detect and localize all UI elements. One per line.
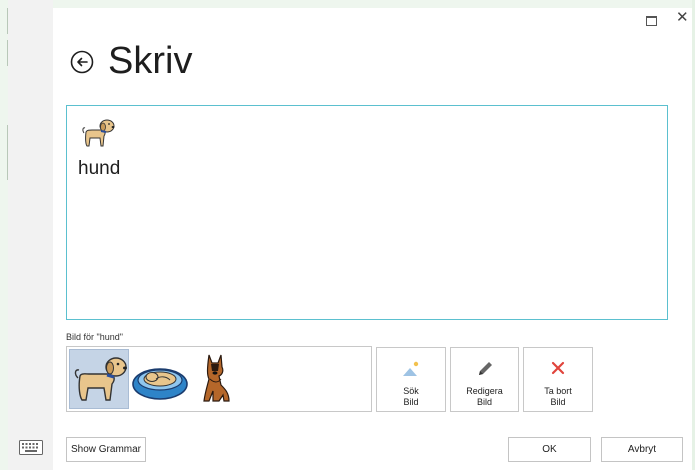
back-arrow-circle-icon <box>70 50 94 74</box>
close-icon: ✕ <box>676 9 689 26</box>
maximize-button[interactable] <box>646 16 657 26</box>
remove-image-button[interactable]: Ta bort Bild <box>523 347 593 412</box>
edit-image-button[interactable]: Redigera Bild <box>450 347 519 412</box>
keyboard-icon <box>19 440 43 455</box>
ok-button[interactable]: OK <box>508 437 591 462</box>
show-grammar-button[interactable]: Show Grammar <box>66 437 146 462</box>
keyboard-button[interactable] <box>19 440 43 455</box>
picture-option-dog-bed[interactable] <box>130 349 190 409</box>
dog-icon <box>74 357 127 401</box>
pencil-icon <box>478 362 492 375</box>
search-image-button[interactable]: Sök Bild <box>376 347 446 412</box>
window-left-edge <box>0 0 8 470</box>
word-label: hund <box>78 158 121 179</box>
dog-symbol-icon <box>82 119 115 147</box>
search-image-label-line1: Sök <box>403 386 419 396</box>
cancel-button[interactable]: Avbryt <box>601 437 683 462</box>
page-title: Skriv <box>108 40 193 82</box>
sidebar-panel <box>8 0 53 470</box>
edit-image-label-line2: Bild <box>476 397 492 407</box>
picture-option-german-shepherd[interactable] <box>191 349 241 409</box>
picture-label: Bild för "hund" <box>66 332 123 342</box>
remove-image-label-line2: Bild <box>550 397 566 407</box>
image-search-icon <box>403 361 419 376</box>
picture-choices <box>66 346 372 412</box>
red-x-icon <box>551 361 565 375</box>
close-button[interactable]: ✕ <box>676 9 689 26</box>
text-editor[interactable]: hund <box>66 105 668 320</box>
search-image-label-line2: Bild <box>403 397 419 407</box>
back-button[interactable] <box>70 50 94 74</box>
picture-option-dog[interactable] <box>69 349 129 409</box>
dog-bed-icon <box>132 368 188 400</box>
remove-image-label-line1: Ta bort <box>544 386 572 396</box>
german-shepherd-icon <box>203 354 230 402</box>
edit-image-label-line1: Redigera <box>466 386 503 396</box>
